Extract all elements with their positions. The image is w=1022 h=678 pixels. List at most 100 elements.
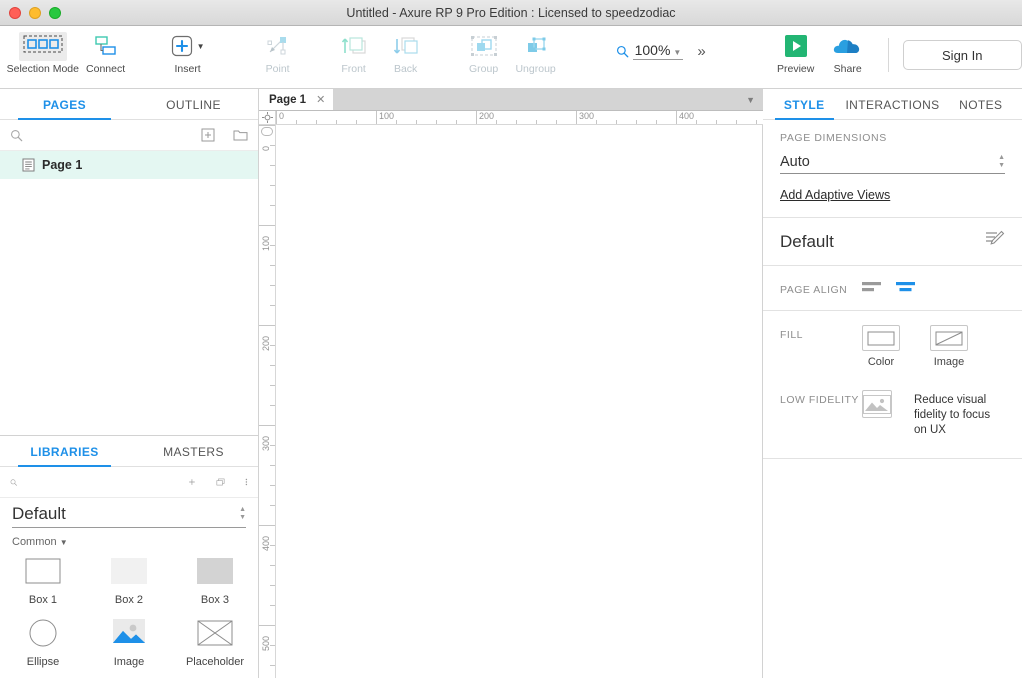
toolbar-front[interactable]: Front <box>328 30 380 75</box>
widget-box-2[interactable]: Box 2 <box>86 554 172 606</box>
add-page-icon[interactable] <box>201 128 215 142</box>
widget-ellipse[interactable]: Ellipse <box>0 616 86 668</box>
point-icon <box>266 30 290 62</box>
widget-placeholder[interactable]: Placeholder <box>172 616 258 668</box>
minimize-button[interactable] <box>29 6 41 19</box>
page-dimensions-value: Auto <box>780 154 810 170</box>
tab-masters[interactable]: MASTERS <box>129 436 258 467</box>
ruler-label: 400 <box>261 535 271 551</box>
duplicate-library-icon[interactable] <box>216 475 225 489</box>
tab-pages[interactable]: PAGES <box>0 89 129 120</box>
library-selector-stepper-icon: ▲ ▼ <box>239 506 246 521</box>
ruler-tick <box>270 505 275 506</box>
widget-box-3-label: Box 3 <box>200 594 230 606</box>
tab-masters-label: MASTERS <box>163 444 224 459</box>
tab-style[interactable]: STYLE <box>763 89 845 120</box>
placeholder-icon <box>197 616 233 650</box>
horizontal-ruler[interactable]: 0100200300400500600700 <box>276 111 763 125</box>
page-list-item-page-1[interactable]: Page 1 <box>0 151 258 179</box>
tab-outline[interactable]: OUTLINE <box>129 89 258 120</box>
zoom-field[interactable]: 100% ▼ <box>632 42 684 60</box>
widget-box-1-label: Box 1 <box>28 594 58 606</box>
ruler-label: 300 <box>261 435 271 451</box>
widget-image[interactable]: Image <box>86 616 172 668</box>
widget-placeholder-label: Placeholder <box>185 656 245 668</box>
add-adaptive-views-link[interactable]: Add Adaptive Views <box>780 188 890 202</box>
search-icon[interactable] <box>10 129 23 142</box>
toolbar-share[interactable]: Share <box>822 30 874 75</box>
design-canvas[interactable] <box>276 125 763 678</box>
libraries-search-input[interactable] <box>25 475 181 489</box>
toolbar-connect[interactable]: Connect <box>80 30 132 75</box>
align-center-icon[interactable] <box>896 280 916 294</box>
style-tabs: STYLE INTERACTIONS NOTES <box>763 89 1022 120</box>
box-1-icon <box>25 554 61 588</box>
widget-box-3[interactable]: Box 3 <box>172 554 258 606</box>
ruler-toggle-button[interactable] <box>261 127 273 136</box>
ruler-tick <box>316 120 317 124</box>
zoom-control[interactable]: 100% ▼ » <box>616 42 706 60</box>
widget-box-1[interactable]: Box 1 <box>0 554 86 606</box>
fill-image-icon <box>930 325 968 351</box>
vertical-ruler[interactable]: 0 100 200 300 400 500 <box>259 125 276 678</box>
tab-libraries[interactable]: LIBRARIES <box>0 436 129 467</box>
ruler-tick <box>536 120 537 124</box>
left-panel: PAGES OUTLINE Page 1 LIBRARIES MASTERS D… <box>0 89 259 678</box>
low-fidelity-icon[interactable] <box>862 390 892 418</box>
toolbar-overflow-button[interactable]: » <box>697 43 705 60</box>
low-fidelity-row: LOW FIDELITY Reduce visual fidelity to f… <box>763 368 1022 438</box>
fill-image-option[interactable]: Image <box>930 325 968 368</box>
window-title: Untitled - Axure RP 9 Pro Edition : Lice… <box>346 5 676 20</box>
ruler-label: 500 <box>261 635 271 651</box>
toolbar-divider <box>887 38 889 72</box>
ruler-tick <box>276 111 277 124</box>
ruler-tick <box>270 285 275 286</box>
toolbar-back[interactable]: Back <box>380 30 432 75</box>
ruler-tick <box>496 120 497 124</box>
toolbar-insert[interactable]: ▼ Insert <box>162 30 214 75</box>
ruler-tick <box>716 120 717 124</box>
toolbar-ungroup[interactable]: Ungroup <box>510 30 562 75</box>
add-folder-icon[interactable] <box>233 128 248 142</box>
toolbar-preview[interactable]: Preview <box>770 30 822 75</box>
close-button[interactable] <box>9 6 21 19</box>
insert-dropdown-caret[interactable]: ▼ <box>197 42 205 51</box>
magnifier-icon <box>616 45 629 57</box>
widget-box-2-label: Box 2 <box>114 594 144 606</box>
ruler-origin-icon[interactable] <box>259 111 276 125</box>
ellipse-icon <box>29 616 57 650</box>
library-group-common[interactable]: Common ▼ <box>0 528 258 552</box>
bring-to-front-icon <box>341 30 367 62</box>
page-dimensions-select[interactable]: Auto ▲ ▼ <box>780 154 1005 174</box>
library-selector[interactable]: Default ▲ ▼ <box>12 504 246 528</box>
sign-in-button[interactable]: Sign In <box>902 40 1022 70</box>
style-preset-row: Default <box>763 218 1022 266</box>
toolbar-group[interactable]: Group <box>458 30 510 75</box>
toolbar-point[interactable]: Point <box>252 30 304 75</box>
tab-interactions[interactable]: INTERACTIONS <box>845 89 939 120</box>
maximize-button[interactable] <box>49 6 61 19</box>
toolbar-selection-mode[interactable]: Selection Mode <box>6 30 80 75</box>
insert-plus-icon: ▼ <box>171 30 205 62</box>
ruler-tick <box>270 385 275 386</box>
tab-notes[interactable]: NOTES <box>940 89 1022 120</box>
fill-row: FILL Color Image <box>763 311 1022 368</box>
add-library-icon[interactable] <box>188 475 196 489</box>
canvas-tab-overflow-button[interactable]: ▼ <box>746 89 755 110</box>
canvas-tab-page-1[interactable]: Page 1 ✕ <box>259 89 334 110</box>
library-search-icon[interactable] <box>10 476 17 489</box>
edit-style-icon[interactable] <box>985 230 1005 253</box>
close-icon[interactable]: ✕ <box>316 93 325 106</box>
app-body: PAGES OUTLINE Page 1 LIBRARIES MASTERS D… <box>0 89 1022 678</box>
toolbar-connect-label: Connect <box>86 63 126 75</box>
page-align-label: PAGE ALIGN <box>780 284 848 296</box>
ruler-tick <box>270 365 275 366</box>
ruler-label: 200 <box>479 111 495 121</box>
align-left-icon[interactable] <box>862 280 882 294</box>
fill-color-option[interactable]: Color <box>862 325 900 368</box>
ruler-tick <box>376 111 377 124</box>
library-options-icon[interactable] <box>245 475 248 489</box>
tab-pages-label: PAGES <box>42 97 87 112</box>
ruler-tick <box>656 120 657 124</box>
pages-search-input[interactable] <box>31 128 193 142</box>
